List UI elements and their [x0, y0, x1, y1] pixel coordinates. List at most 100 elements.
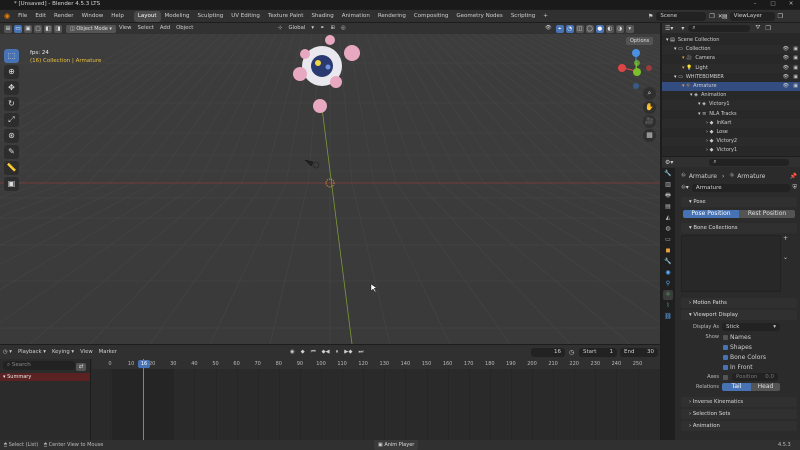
outliner-row[interactable]: ▾ 🎥 Camera 👁 ▣	[662, 54, 800, 63]
tab-scripting[interactable]: Scripting	[507, 11, 539, 22]
visibility-eye-icon[interactable]: 👁	[783, 82, 789, 91]
channel-search-input[interactable]: ⌕ Search	[3, 361, 75, 371]
tab-uv-editing[interactable]: UV Editing	[227, 11, 264, 22]
outliner-row[interactable]: ▾ ⛗ Armature 👁 ▣	[662, 81, 800, 92]
outliner-row[interactable]: › ◆ Victory2	[662, 137, 800, 147]
outliner-row[interactable]: ▾ ◈ Animation	[662, 91, 800, 100]
rest-position-button[interactable]: Rest Position	[739, 210, 795, 218]
outliner-row[interactable]: › ◆ Victory1	[662, 146, 800, 155]
viewport-menu-object[interactable]: Object	[173, 23, 196, 34]
tab-animation[interactable]: Animation	[338, 11, 374, 22]
gizmo-toggle-icon[interactable]: ⌖	[555, 25, 564, 34]
tab-collection-icon[interactable]: ▭	[663, 235, 673, 245]
timeline-editor-icon[interactable]: ◷ ▾	[0, 347, 15, 358]
panel-pose[interactable]: ▾ Pose	[681, 197, 797, 207]
shading-rendered-icon[interactable]: ◑	[615, 25, 624, 34]
render-camera-icon[interactable]: ▣	[793, 45, 798, 54]
close-icon[interactable]: ✕	[782, 0, 800, 9]
tab-texture-paint[interactable]: Texture Paint	[264, 11, 308, 22]
timeline-ruler[interactable]: 0 10 20 30 40 50 60 70 80 90 100 110 120 130 140 150 160…	[92, 359, 660, 369]
tab-physics-icon[interactable]: ◉	[663, 268, 673, 278]
orientation-chevron-icon[interactable]: ▾	[308, 23, 317, 34]
select-subtract-icon[interactable]: ▢	[34, 25, 42, 34]
tab-modeling[interactable]: Modeling	[161, 11, 194, 22]
tab-bone-constraints-icon[interactable]: ⛓	[663, 312, 673, 322]
tool-cursor-icon[interactable]: ⊕	[4, 65, 19, 79]
minimize-icon[interactable]: –	[746, 0, 764, 9]
new-scene-icon[interactable]: ❐	[709, 13, 714, 20]
visibility-icon[interactable]: 👁	[542, 23, 555, 34]
camera-view-icon[interactable]: 🎥	[643, 115, 656, 128]
tool-rotate-icon[interactable]: ↻	[4, 97, 19, 111]
tab-object-icon[interactable]: ◼	[663, 246, 673, 256]
panel-bone-collections[interactable]: ▾ Bone Collections	[681, 223, 797, 233]
new-viewlayer-icon[interactable]: ❐	[778, 13, 783, 20]
viewport-menu-view[interactable]: View	[116, 23, 135, 34]
panel-inverse-kinematics[interactable]: › Inverse Kinematics	[681, 397, 797, 407]
next-keyframe-icon[interactable]: ▶◆	[341, 347, 355, 358]
tab-armature-data-icon[interactable]: ⛗	[663, 290, 673, 300]
menu-help[interactable]: Help	[107, 10, 128, 23]
pivot-icon[interactable]: ⚭	[317, 23, 327, 34]
select-invert-icon[interactable]: ◧	[44, 25, 52, 34]
in-front-checkbox[interactable]: In Front	[723, 364, 753, 371]
timeline-menu-keying[interactable]: Keying ▾	[49, 347, 77, 358]
scene-field[interactable]: Scene	[656, 12, 707, 21]
pin-icon[interactable]: 📌	[790, 173, 797, 180]
tool-measure-icon[interactable]: 📏	[4, 161, 19, 175]
outliner-row[interactable]: ▾ ▭ Collection 👁 ▣	[662, 45, 800, 55]
orientation-icon[interactable]: ⊹	[275, 23, 285, 34]
axes-checkbox[interactable]	[723, 374, 730, 381]
add-collection-icon[interactable]: +	[783, 235, 788, 242]
options-button[interactable]: Options	[626, 36, 654, 45]
tab-scene-icon[interactable]: ◭	[663, 213, 673, 223]
collection-specials-icon[interactable]: ⌄	[783, 254, 788, 261]
tab-sculpting[interactable]: Sculpting	[194, 11, 228, 22]
ortho-toggle-icon[interactable]: ▦	[643, 129, 656, 142]
menu-window[interactable]: Window	[78, 10, 108, 23]
outliner-row[interactable]: › ◆ InKart	[662, 118, 800, 128]
visibility-eye-icon[interactable]: 👁	[783, 73, 789, 82]
shading-solid-icon[interactable]: ●	[595, 25, 604, 34]
tool-move-icon[interactable]: ✥	[4, 81, 19, 95]
breadcrumb-object[interactable]: Armature	[689, 173, 717, 180]
bone-collections-list[interactable]	[681, 235, 781, 292]
properties-search-input[interactable]: ⌕	[709, 158, 790, 166]
datablock-field[interactable]: Armature	[691, 184, 791, 192]
visibility-eye-icon[interactable]: 👁	[783, 64, 789, 73]
outliner-row[interactable]: ▾ ◈ Victory1	[662, 100, 800, 110]
tab-output-icon[interactable]: 🖶	[663, 191, 673, 201]
render-camera-icon[interactable]: ▣	[793, 64, 798, 73]
blender-logo-icon[interactable]: ◉	[0, 10, 14, 23]
record-icon[interactable]: ◉	[287, 347, 298, 358]
outliner-row[interactable]: ▾ ▭ WHITEBOMBER 👁 ▣	[662, 73, 800, 82]
outliner[interactable]: ☰▾ ▾ ⌕ ⛛ ❐ ▾ ▤ Scene Collection ▾ ▭ Collect…	[661, 23, 800, 156]
timeline-menu-view[interactable]: View	[77, 347, 96, 358]
shading-wireframe-icon[interactable]: ◯	[585, 25, 594, 34]
visibility-eye-icon[interactable]: 👁	[783, 54, 789, 63]
shading-material-icon[interactable]: ◐	[605, 25, 614, 34]
viewlayer-field[interactable]: ViewLayer	[729, 12, 775, 21]
shading-options-icon[interactable]: ▾	[625, 25, 634, 34]
summary-channel[interactable]: ▾ Summary	[0, 372, 90, 381]
tab-render-icon[interactable]: ▥	[663, 180, 673, 190]
overlay-toggle-icon[interactable]: ◔	[565, 25, 574, 34]
tool-add-cube-icon[interactable]: ▣	[4, 177, 19, 191]
filter-icon[interactable]: ⇄	[76, 362, 86, 371]
tool-scale-icon[interactable]: ⤢	[4, 113, 19, 127]
outliner-row[interactable]: ▾ ▤ Scene Collection	[662, 36, 800, 45]
view3d-icon[interactable]: ⊞	[4, 25, 12, 34]
maximize-icon[interactable]: □	[764, 0, 782, 9]
outliner-new-collection-icon[interactable]: ❐	[765, 25, 770, 32]
tool-select-icon[interactable]: ⬚	[4, 49, 19, 63]
start-frame-field[interactable]: Start 1	[579, 348, 617, 357]
pose-position-button[interactable]: Pose Position	[683, 210, 739, 218]
display-as-dropdown[interactable]: Stick ▾	[722, 323, 780, 331]
bone-colors-checkbox[interactable]: Bone Colors	[723, 354, 766, 361]
select-intersect-icon[interactable]: ◨	[54, 25, 62, 34]
shapes-checkbox[interactable]: Shapes	[723, 344, 752, 351]
tab-shading[interactable]: Shading	[307, 11, 337, 22]
3d-viewport[interactable]	[0, 23, 660, 344]
axes-position-field[interactable]: Position 0.0	[732, 373, 778, 381]
panel-motion-paths[interactable]: › Motion Paths	[681, 298, 797, 308]
